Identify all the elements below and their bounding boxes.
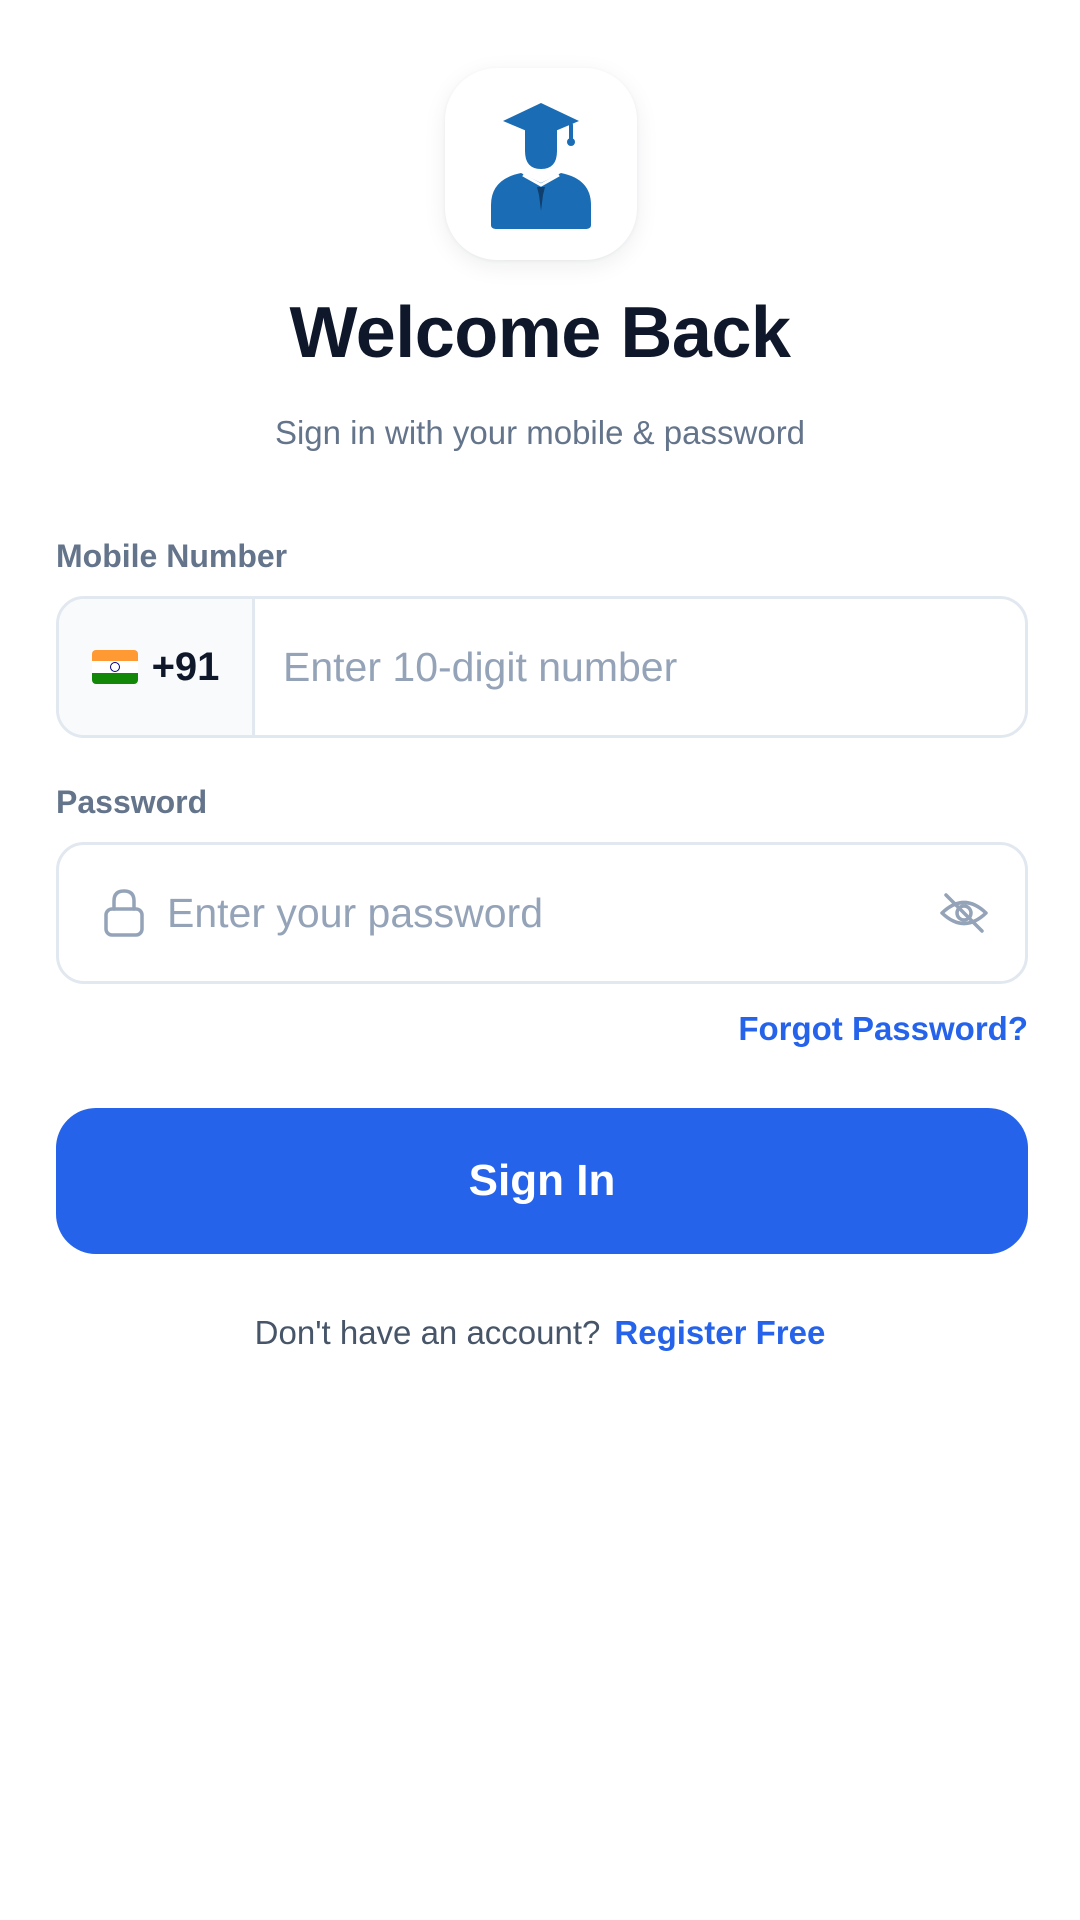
country-code-selector[interactable]: +91 (59, 599, 255, 735)
page-title: Welcome Back (289, 293, 791, 373)
forgot-password-link[interactable]: Forgot Password? (738, 1010, 1028, 1048)
sign-in-button[interactable]: Sign In (56, 1108, 1028, 1254)
register-prompt-text: Don't have an account? (254, 1314, 601, 1351)
register-prompt: Don't have an account? Register Free (0, 1314, 1080, 1352)
mobile-number-field: +91 (56, 596, 1028, 738)
password-field (56, 842, 1028, 984)
eye-off-icon[interactable] (937, 886, 991, 940)
graduate-student-icon (491, 103, 591, 229)
password-input[interactable] (145, 845, 937, 981)
india-flag-icon (91, 650, 138, 684)
password-label: Password (56, 784, 208, 820)
country-code-text: +91 (151, 644, 220, 689)
mobile-number-input[interactable] (255, 599, 1025, 735)
app-logo (445, 68, 637, 260)
login-screen: Welcome Back Sign in with your mobile & … (0, 0, 1080, 1920)
register-free-link[interactable]: Register Free (614, 1314, 825, 1351)
mobile-number-label: Mobile Number (56, 538, 288, 574)
lock-icon (104, 889, 144, 937)
page-subtitle: Sign in with your mobile & password (274, 414, 806, 451)
